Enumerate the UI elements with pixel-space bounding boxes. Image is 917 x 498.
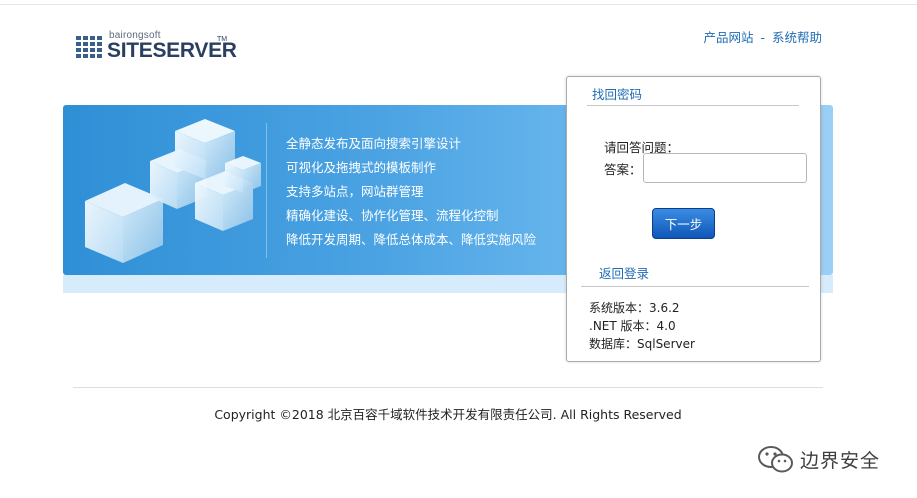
find-password-panel: 找回密码 请回答问题： 答案： 下一步 返回登录 系统版本：3.6.2 .NET… (566, 76, 821, 362)
net-version: .NET 版本：4.0 (589, 319, 676, 333)
next-step-button[interactable]: 下一步 (652, 208, 715, 239)
logo-trademark: TM (217, 36, 228, 43)
wechat-watermark: 边界安全 (756, 440, 896, 476)
banner-divider (266, 123, 267, 258)
feature-item: 支持多站点，网站群管理 (286, 184, 424, 199)
top-links-separator: - (760, 30, 765, 45)
back-to-login-link[interactable]: 返回登录 (599, 263, 649, 282)
top-links: 产品网站 - 系统帮助 (703, 27, 822, 46)
answer-label: 答案： (604, 162, 642, 177)
feature-item: 降低开发周期、降低总体成本、降低实施风险 (286, 232, 537, 247)
feature-item: 全静态发布及面向搜索引擎设计 (286, 136, 462, 151)
panel-info-rule (581, 286, 809, 287)
cubes-illustration (85, 119, 261, 263)
system-info: 系统版本：3.6.2 .NET 版本：4.0 数据库：SqlServer (589, 299, 695, 353)
footer-divider (73, 387, 823, 388)
answer-input[interactable] (643, 153, 807, 183)
feature-item: 精确化建设、协作化管理、流程化控制 (286, 208, 499, 223)
copyright-text: Copyright ©2018 北京百容千域软件技术开发有限责任公司. All … (214, 407, 682, 422)
panel-title: 找回密码 (592, 87, 643, 102)
panel-title-rule (587, 105, 799, 106)
feature-list: 全静态发布及面向搜索引擎设计 可视化及拖拽式的模板制作 支持多站点，网站群管理 … (286, 132, 536, 252)
product-site-link[interactable]: 产品网站 (703, 30, 753, 45)
wechat-icon (758, 446, 793, 473)
logo-grid-icon (76, 36, 104, 60)
top-divider (0, 4, 917, 5)
system-help-link[interactable]: 系统帮助 (772, 30, 822, 45)
feature-item: 可视化及拖拽式的模板制作 (286, 160, 437, 175)
siteserver-logo: bairongsoft SITESERVER TM (76, 30, 237, 66)
database-info: 数据库：SqlServer (589, 337, 695, 351)
watermark-text: 边界安全 (800, 450, 881, 472)
system-version: 系统版本：3.6.2 (589, 301, 680, 315)
